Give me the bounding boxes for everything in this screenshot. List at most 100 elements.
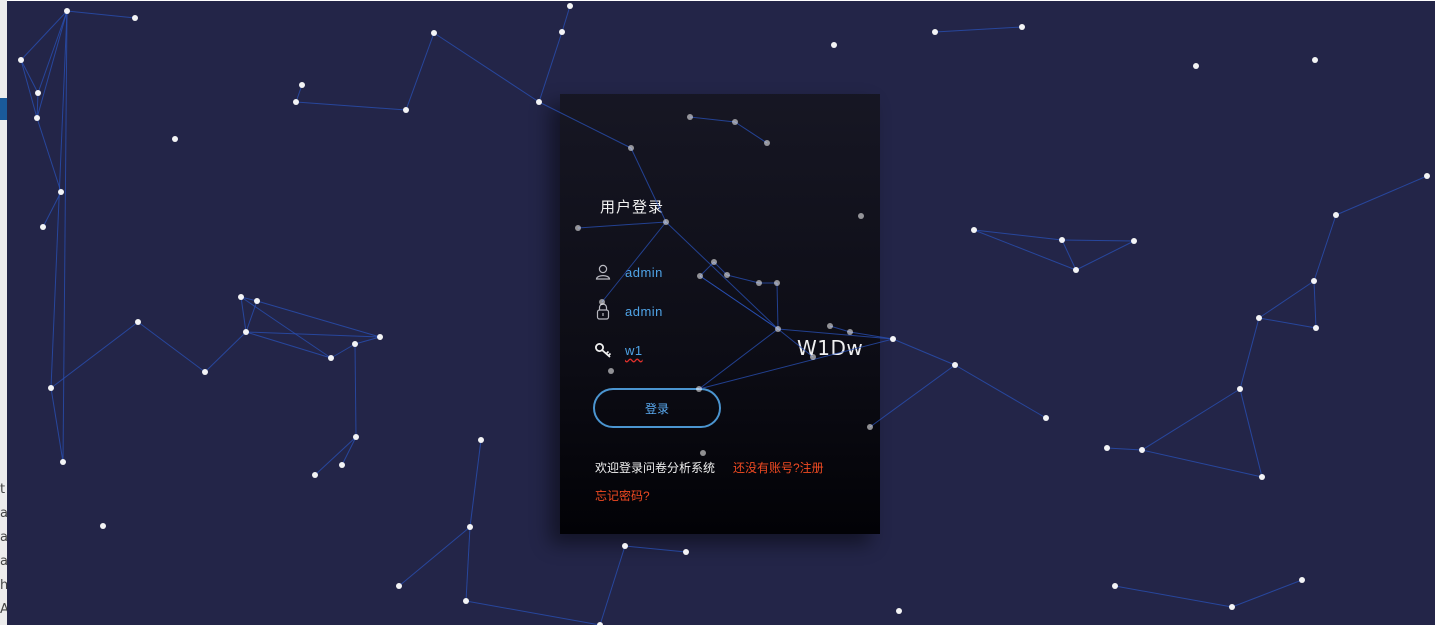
particle-dot: [353, 434, 359, 440]
particle-link: [20, 59, 39, 94]
particle-link: [1239, 317, 1260, 390]
particle-dot: [339, 462, 345, 468]
particle-link: [601, 221, 667, 303]
particle-dot: [696, 386, 702, 392]
particle-dot: [238, 294, 244, 300]
particle-link: [50, 387, 64, 463]
particle-dot: [890, 336, 896, 342]
particle-dot: [971, 227, 977, 233]
particle-dot: [48, 385, 54, 391]
particle-link: [469, 439, 482, 528]
particle-dot: [1313, 325, 1319, 331]
particle-link: [37, 10, 68, 94]
particle-dot: [352, 341, 358, 347]
particle-link: [892, 338, 956, 366]
particle-dot: [847, 329, 853, 335]
particle-dot: [299, 82, 305, 88]
particle-link: [734, 121, 768, 144]
login-page: t a a a h A 用户登录 admin admin w1 W1Dw 登录 …: [0, 0, 1435, 625]
particle-link: [776, 282, 779, 330]
particle-dot: [608, 368, 614, 374]
particle-dot: [293, 99, 299, 105]
particle-dot: [567, 3, 573, 9]
particle-link: [1114, 585, 1233, 608]
particle-link: [245, 300, 258, 333]
particle-link: [934, 26, 1023, 33]
particle-dot: [18, 57, 24, 63]
particle-link: [689, 116, 736, 123]
particle-dot: [328, 355, 334, 361]
particle-link: [698, 338, 894, 390]
particle-link: [1239, 388, 1263, 478]
particle-link: [869, 364, 956, 428]
particle-dot: [1299, 577, 1305, 583]
particle-dot: [732, 119, 738, 125]
particle-link: [20, 59, 38, 119]
particle-dot: [1311, 278, 1317, 284]
particle-dot: [687, 114, 693, 120]
particle-link: [829, 325, 851, 333]
particle-link: [137, 321, 206, 373]
particle-dot: [254, 298, 260, 304]
particle-link: [577, 221, 667, 229]
particle-dot: [697, 273, 703, 279]
particle-link: [1106, 447, 1143, 451]
particle-dot: [1259, 474, 1265, 480]
particle-dot: [774, 280, 780, 286]
particle-dot: [952, 362, 958, 368]
particle-dot: [775, 326, 781, 332]
particle-link: [240, 296, 247, 333]
particle-dot: [35, 90, 41, 96]
particle-dot: [1312, 57, 1318, 63]
particle-link: [204, 331, 247, 373]
particle-link: [1141, 388, 1241, 451]
particle-link: [465, 526, 471, 602]
particle-dot: [867, 424, 873, 430]
particle-dot: [100, 523, 106, 529]
particle-link: [624, 545, 687, 553]
particle-dot: [628, 145, 634, 151]
particle-link: [599, 545, 626, 625]
particle-dot: [1193, 63, 1199, 69]
particle-link: [726, 274, 760, 284]
particle-dot: [40, 224, 46, 230]
particle-dot: [243, 329, 249, 335]
particle-link: [1258, 280, 1315, 319]
particle-dot: [896, 608, 902, 614]
particle-dot: [599, 299, 605, 305]
particle-link: [1141, 449, 1263, 478]
particle-dot: [1043, 415, 1049, 421]
particle-link: [245, 331, 332, 359]
particle-dot: [1424, 173, 1430, 179]
particle-dot: [478, 437, 484, 443]
particle-link: [433, 32, 540, 103]
particle-dot: [1229, 604, 1235, 610]
particle-dot: [431, 30, 437, 36]
particle-link: [405, 32, 435, 111]
particle-dot: [312, 472, 318, 478]
particle-link: [1335, 175, 1428, 216]
particle-link: [398, 526, 471, 587]
particle-dot: [135, 319, 141, 325]
particle-dot: [1237, 386, 1243, 392]
particle-dot: [683, 549, 689, 555]
particle-dot: [132, 15, 138, 21]
particle-dot: [827, 323, 833, 329]
particle-link: [1231, 579, 1303, 608]
particle-dot: [1131, 238, 1137, 244]
particle-dot: [1019, 24, 1025, 30]
particle-link: [777, 328, 814, 358]
particle-dot: [536, 99, 542, 105]
particle-link: [1313, 214, 1337, 282]
particle-dot: [64, 8, 70, 14]
particle-dot: [764, 140, 770, 146]
particle-dot: [172, 136, 178, 142]
particle-link: [630, 147, 667, 223]
particle-dot: [1256, 315, 1262, 321]
particle-network: [18, 3, 1430, 625]
particle-link: [665, 221, 779, 330]
particle-dot: [858, 213, 864, 219]
particle-dot: [1073, 267, 1079, 273]
particle-dot: [1104, 445, 1110, 451]
particle-dot: [663, 219, 669, 225]
